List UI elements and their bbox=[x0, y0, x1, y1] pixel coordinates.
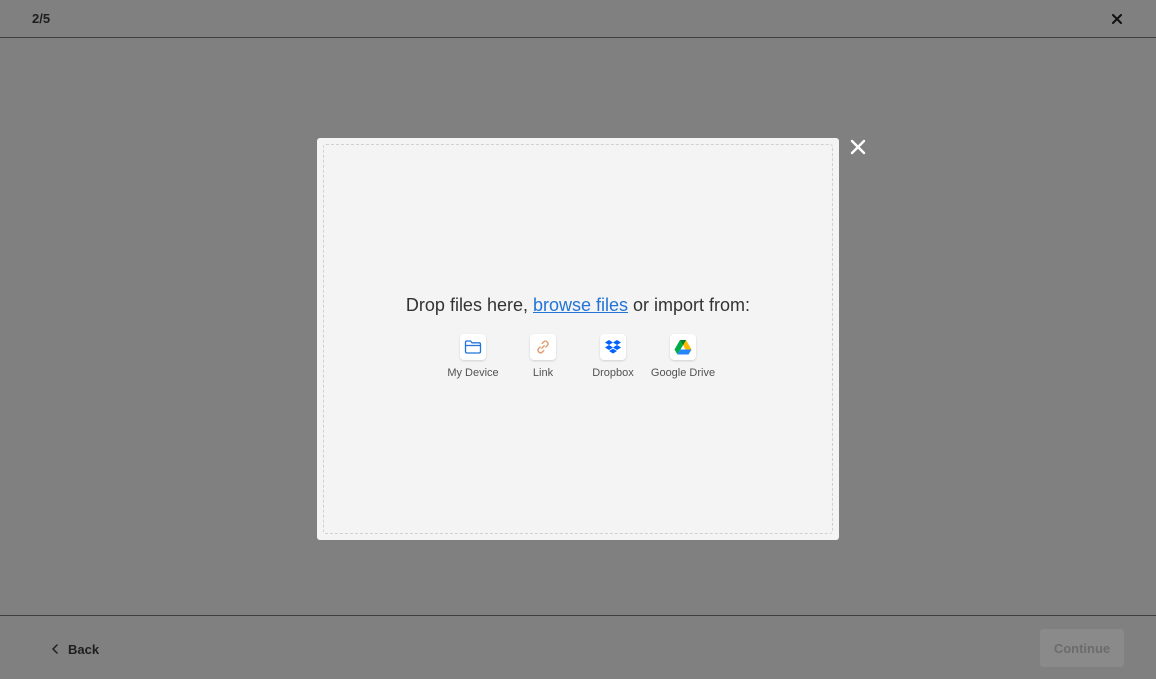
drop-suffix-text: or import from: bbox=[628, 295, 751, 315]
drop-zone[interactable]: Drop files here, browse files or import … bbox=[323, 144, 833, 534]
source-link[interactable]: Link bbox=[508, 334, 578, 379]
source-label: Dropbox bbox=[592, 367, 634, 379]
source-label: My Device bbox=[447, 367, 499, 379]
source-my-device[interactable]: My Device bbox=[438, 334, 508, 379]
close-button[interactable] bbox=[1106, 8, 1128, 30]
import-sources: My Device Link Dropbox Google Drive bbox=[324, 334, 832, 379]
bottom-bar: Back Continue bbox=[0, 615, 1156, 679]
modal-close-button[interactable] bbox=[847, 136, 869, 158]
chevron-left-icon bbox=[52, 644, 58, 654]
source-dropbox[interactable]: Dropbox bbox=[578, 334, 648, 379]
step-indicator: 2/5 bbox=[32, 11, 51, 26]
browse-files-link[interactable]: browse files bbox=[533, 295, 628, 315]
top-bar: 2/5 bbox=[0, 0, 1156, 38]
google-drive-icon bbox=[670, 334, 696, 360]
close-icon bbox=[850, 139, 866, 155]
drop-prefix-text: Drop files here, bbox=[405, 295, 533, 315]
folder-icon bbox=[460, 334, 486, 360]
back-button[interactable]: Back bbox=[44, 636, 107, 662]
link-icon bbox=[530, 334, 556, 360]
upload-modal: Drop files here, browse files or import … bbox=[317, 138, 839, 540]
source-label: Link bbox=[532, 367, 554, 379]
back-label: Back bbox=[68, 641, 100, 657]
drop-instructions: Drop files here, browse files or import … bbox=[324, 295, 832, 316]
dropbox-icon bbox=[600, 334, 626, 360]
close-icon bbox=[1112, 14, 1122, 24]
source-google-drive[interactable]: Google Drive bbox=[648, 334, 718, 379]
source-label: Google Drive bbox=[650, 367, 716, 379]
continue-button[interactable]: Continue bbox=[1040, 629, 1124, 667]
